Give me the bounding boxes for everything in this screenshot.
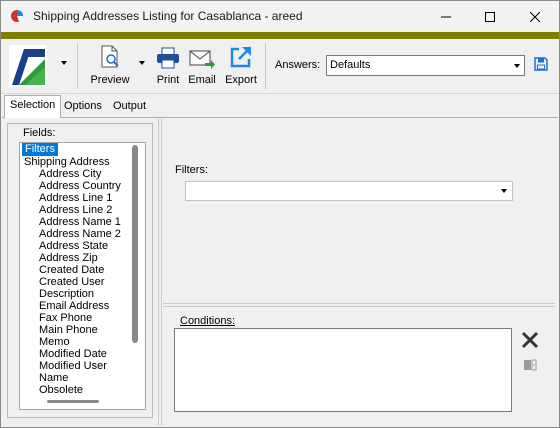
conditions-label: Conditions:: [180, 315, 236, 327]
minimize-button[interactable]: [424, 1, 468, 32]
tab-output[interactable]: Output: [108, 97, 151, 117]
toolbar-separator: [77, 43, 78, 89]
save-icon[interactable]: [534, 57, 548, 71]
close-button[interactable]: [513, 1, 557, 32]
fields-tree-item[interactable]: Address Line 1: [20, 192, 145, 204]
fields-tree-item[interactable]: Modified User: [20, 360, 145, 372]
fields-tree-item[interactable]: Address State: [20, 240, 145, 252]
fields-tree-item[interactable]: Main Phone: [20, 324, 145, 336]
fields-tree-item[interactable]: Obsolete: [20, 384, 145, 396]
horizontal-splitter[interactable]: [163, 303, 555, 307]
filters-label: Filters:: [175, 164, 208, 176]
filters-select[interactable]: [185, 181, 513, 201]
fields-tree-item[interactable]: Address Line 2: [20, 204, 145, 216]
accent-bar: [1, 32, 559, 39]
printer-icon: [157, 47, 179, 69]
fields-tree-item[interactable]: Email Address: [20, 300, 145, 312]
fields-tree-item[interactable]: Filters: [22, 143, 58, 156]
fields-tree-item[interactable]: Description: [20, 288, 145, 300]
fields-tree-item[interactable]: Shipping Address: [20, 156, 145, 168]
vertical-splitter[interactable]: [158, 119, 162, 425]
conditions-box[interactable]: [174, 328, 512, 412]
minimize-icon: [441, 16, 451, 17]
app-logo[interactable]: [9, 45, 47, 87]
preview-dropdown[interactable]: [139, 61, 145, 65]
chevron-down-icon: [514, 64, 520, 68]
edit-condition-icon[interactable]: [523, 358, 537, 372]
export-label: Export: [225, 74, 257, 86]
fields-tree-item[interactable]: Created User: [20, 276, 145, 288]
export-button[interactable]: Export: [222, 45, 260, 86]
toolbar: Preview Print Email Export Answers: Defa…: [1, 39, 559, 94]
maximize-icon: [485, 11, 495, 22]
chevron-down-icon: [501, 189, 507, 193]
email-button[interactable]: Email: [186, 45, 218, 86]
logo-menu-dropdown[interactable]: [61, 61, 67, 65]
export-icon: [230, 47, 251, 68]
tab-selection[interactable]: Selection: [4, 95, 62, 118]
preview-icon: [101, 45, 119, 68]
fields-tree[interactable]: Filters Shipping Address Address City Addre…: [19, 142, 146, 410]
tab-options[interactable]: Options: [59, 97, 107, 117]
fields-label: Fields:: [23, 127, 56, 139]
maximize-button[interactable]: [468, 1, 512, 32]
fields-tree-item[interactable]: Memo: [20, 336, 145, 348]
fields-tree-item[interactable]: Address City: [20, 168, 145, 180]
answers-select[interactable]: Defaults: [326, 55, 525, 76]
answers-label: Answers:: [275, 59, 321, 71]
title-bar: Shipping Addresses Listing for Casablanc…: [1, 1, 559, 32]
window-title: Shipping Addresses Listing for Casablanc…: [33, 9, 303, 23]
answers-value: Defaults: [330, 59, 371, 71]
print-label: Print: [156, 74, 180, 86]
email-label: Email: [188, 74, 216, 86]
fields-horizontal-scrollbar[interactable]: [47, 400, 99, 403]
fields-tree-item[interactable]: Name: [20, 372, 145, 384]
email-icon: [189, 50, 215, 69]
fields-tree-item[interactable]: Modified Date: [20, 348, 145, 360]
pie-chart-icon: [11, 10, 23, 22]
fields-tree-item[interactable]: Created Date: [20, 264, 145, 276]
tab-strip: Selection Options Output: [1, 94, 559, 118]
fields-tree-item[interactable]: Fax Phone: [20, 312, 145, 324]
toolbar-separator: [265, 43, 266, 89]
fields-tree-item[interactable]: Address Country: [20, 180, 145, 192]
fields-tree-item[interactable]: Address Name 2: [20, 228, 145, 240]
preview-button[interactable]: Preview: [89, 45, 131, 86]
clear-conditions-icon[interactable]: [521, 331, 539, 349]
fields-tree-item[interactable]: Address Zip: [20, 252, 145, 264]
print-button[interactable]: Print: [152, 45, 184, 86]
fields-vertical-scrollbar[interactable]: [132, 145, 138, 343]
close-icon: [530, 11, 540, 22]
app-window: Shipping Addresses Listing for Casablanc…: [0, 0, 560, 428]
fields-tree-item[interactable]: Address Name 1: [20, 216, 145, 228]
preview-label: Preview: [90, 74, 130, 86]
